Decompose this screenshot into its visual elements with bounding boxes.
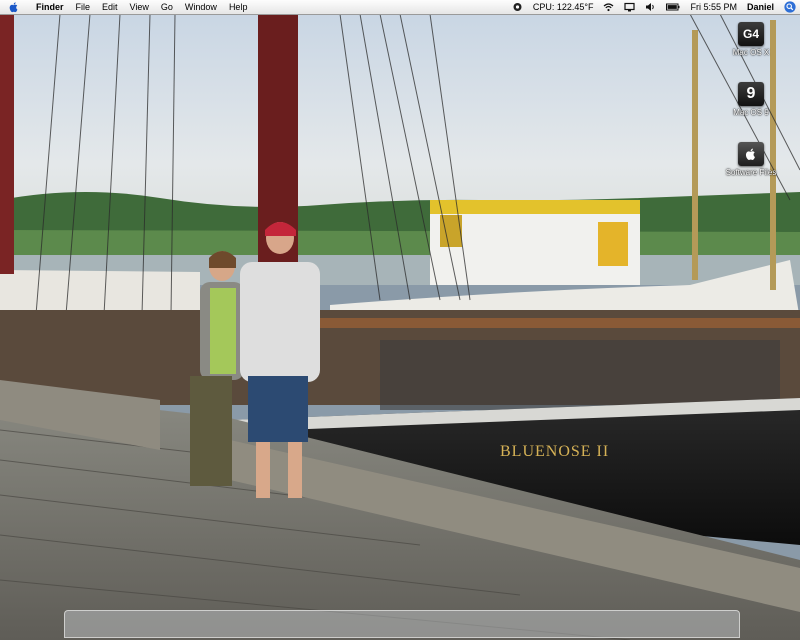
battery-icon[interactable] — [666, 2, 680, 12]
cpu-temperature-readout[interactable]: CPU: 122.45°F — [528, 0, 599, 14]
os9-hard-disk-icon: 9 — [738, 82, 764, 106]
script-menu-icon[interactable] — [512, 2, 523, 12]
desktop-icon-label: Mac OS X — [732, 48, 770, 57]
dock — [64, 610, 740, 638]
menu-help[interactable]: Help — [223, 0, 254, 14]
spotlight-search-icon[interactable] — [784, 1, 796, 13]
menu-file[interactable]: File — [70, 0, 97, 14]
desktop-icon-label: Software Files — [725, 168, 777, 177]
display-mirroring-icon[interactable] — [624, 2, 636, 12]
apple-folder-icon — [738, 142, 764, 166]
desktop-icon-mac-os-9[interactable]: 9 Mac OS 9 — [716, 82, 786, 117]
boat-name-text: BLUENOSE II — [500, 443, 609, 460]
menu-view[interactable]: View — [124, 0, 155, 14]
menu-go[interactable]: Go — [155, 0, 179, 14]
g4-hard-disk-icon: G4 — [738, 22, 764, 46]
wifi-icon[interactable] — [603, 2, 614, 12]
apple-menu-icon[interactable] — [8, 1, 20, 13]
fast-user-switch-name[interactable]: Daniel — [742, 0, 779, 14]
menu-edit[interactable]: Edit — [96, 0, 124, 14]
volume-icon[interactable] — [645, 2, 656, 12]
menu-app-finder[interactable]: Finder — [30, 0, 70, 14]
menu-window[interactable]: Window — [179, 0, 223, 14]
desktop-icon-mac-os-x[interactable]: G4 Mac OS X — [716, 22, 786, 57]
desktop-wallpaper: 17QWP BLUENOSE II — [0, 13, 800, 640]
desktop-icon-label: Mac OS 9 — [733, 108, 769, 117]
menu-bar: Finder File Edit View Go Window Help CPU… — [0, 0, 800, 15]
menu-clock[interactable]: Fri 5:55 PM — [685, 0, 742, 14]
desktop-icon-software-files[interactable]: Software Files — [716, 142, 786, 177]
